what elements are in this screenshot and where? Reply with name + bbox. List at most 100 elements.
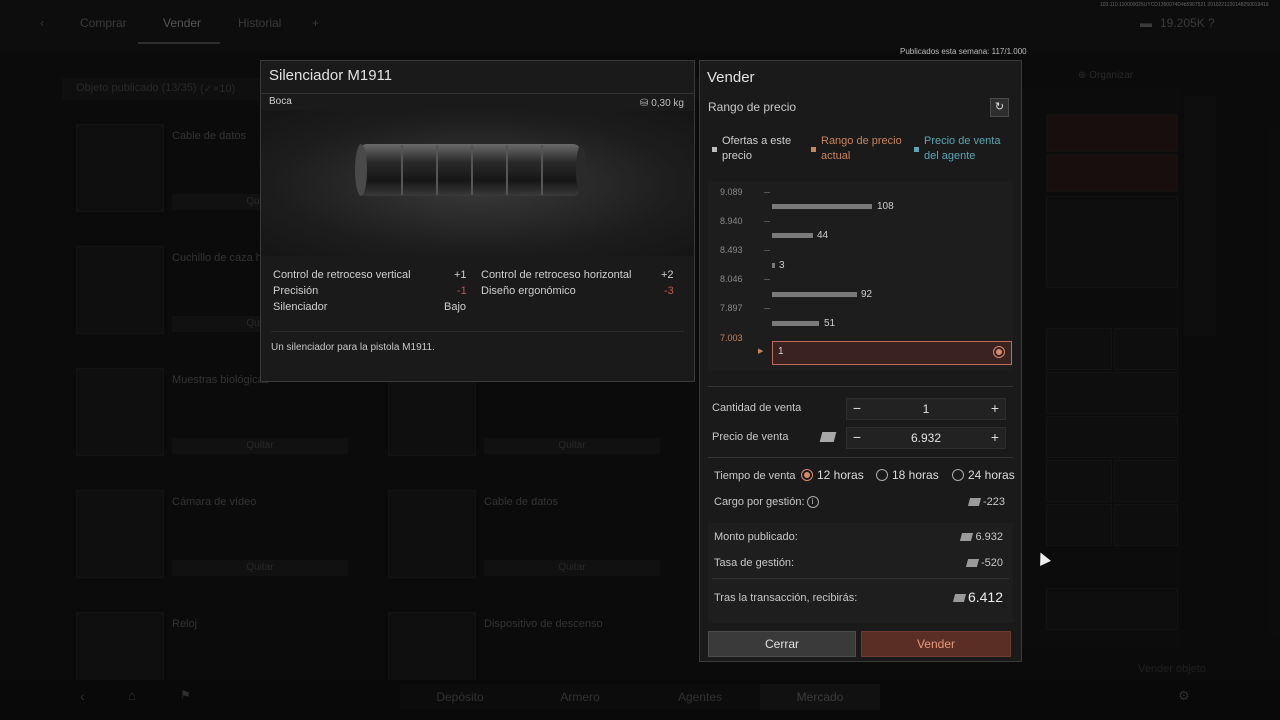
quantity-value[interactable]: 1	[867, 402, 985, 416]
mgmt-rate-value: -520	[980, 557, 1003, 569]
divider	[271, 331, 684, 332]
quantity-increase-button[interactable]: +	[985, 399, 1005, 419]
stat-value: +2	[661, 269, 674, 281]
tick-mark	[764, 221, 770, 222]
item-slot: Boca	[269, 96, 292, 107]
item-description: Un silenciador para la pistola M1911.	[271, 342, 435, 353]
offer-qty: 3	[779, 260, 785, 271]
legend-offers-marker	[712, 147, 717, 152]
mgmt-rate-label: Tasa de gestión:	[714, 557, 795, 569]
quantity-decrease-button[interactable]: −	[847, 399, 867, 419]
offer-qty: 44	[817, 230, 829, 241]
offer-qty: 51	[824, 318, 836, 329]
price-range-chart: 9.089 108 8.940 44 8.493 3 8.046 92 7.89…	[708, 181, 1013, 371]
target-icon	[993, 346, 1005, 358]
stat-label: Precisión	[273, 285, 319, 297]
tick-mark	[764, 250, 770, 251]
price-decrease-button[interactable]: −	[847, 428, 867, 448]
legend-range-marker	[811, 147, 816, 152]
legend-agent-price: Precio de venta del agente	[924, 135, 1001, 162]
time-12h-radio[interactable]	[801, 469, 813, 481]
offer-bar	[772, 292, 857, 297]
stat-value: -3	[664, 285, 674, 297]
price-value[interactable]: 6.932	[867, 431, 985, 445]
item-image	[261, 111, 694, 256]
fee-value: -223	[982, 496, 1005, 508]
item-weight: ⛁ 0,30 kg	[640, 98, 684, 109]
suppressor-image	[355, 144, 586, 196]
item-detail-panel: Silenciador M1911 Boca ⛁ 0,30 kg Control…	[260, 60, 695, 382]
currency-icon	[965, 559, 980, 568]
price-increase-button[interactable]: +	[985, 428, 1005, 448]
price-tick: 8.493	[720, 245, 743, 255]
legend-agent-marker	[914, 147, 919, 152]
currency-icon	[819, 432, 837, 442]
current-price-arrow-icon: ▶	[758, 348, 764, 355]
time-18h-radio[interactable]	[876, 469, 888, 481]
price-tick-current: 7.003	[720, 333, 743, 343]
price-stepper: − 6.932 +	[846, 427, 1006, 449]
time-12h-label[interactable]: 12 horas	[817, 468, 864, 482]
stat-label: Control de retroceso vertical	[273, 269, 411, 281]
sell-panel: Vender Rango de precio ↻ Ofertas a este …	[699, 60, 1022, 662]
time-24h-label[interactable]: 24 horas	[968, 468, 1015, 482]
current-price-row[interactable]: 1	[772, 341, 1012, 365]
sell-button[interactable]: Vender	[861, 631, 1011, 657]
fee-label-text: Cargo por gestión:	[714, 496, 805, 508]
offer-qty: 92	[861, 289, 873, 300]
tick-mark	[764, 279, 770, 280]
price-range-title: Rango de precio	[708, 100, 797, 114]
offer-bar	[772, 204, 872, 209]
divider	[712, 578, 1009, 579]
sell-time-label: Tiempo de venta	[714, 470, 796, 482]
price-tick: 8.940	[720, 216, 743, 226]
tick-mark	[764, 308, 770, 309]
price-tick: 7.897	[720, 303, 743, 313]
item-name: Silenciador M1911	[269, 67, 393, 84]
stat-value: -1	[457, 285, 467, 297]
currency-icon	[967, 498, 982, 507]
time-18h-label[interactable]: 18 horas	[892, 468, 939, 482]
weight-value: 0,30 kg	[651, 98, 684, 109]
fee-amount: -223	[967, 496, 1005, 508]
sell-title: Vender	[707, 69, 755, 86]
published-amount-value: 6.932	[975, 531, 1003, 543]
legend-offers: Ofertas a este precio	[722, 135, 792, 162]
build-info: 103.110.110000025UYCD1350074D4b5967521 2…	[1100, 2, 1269, 8]
refresh-icon[interactable]: ↻	[990, 98, 1009, 117]
offer-bar	[772, 321, 819, 326]
published-amount: 6.932	[960, 531, 1003, 543]
divider	[708, 386, 1013, 387]
currency-icon	[960, 533, 974, 542]
fee-label: Cargo por gestión: i	[714, 496, 819, 509]
stat-label: Control de retroceso horizontal	[481, 269, 632, 281]
weight-icon: ⛁	[640, 98, 652, 109]
price-tick: 8.046	[720, 274, 743, 284]
stat-label: Silenciador	[273, 301, 328, 313]
divider	[708, 457, 1013, 458]
net-proceeds-label: Tras la transacción, recibirás:	[714, 592, 858, 604]
published-this-week: Publicados esta semana: 117/1.000	[900, 47, 1027, 56]
close-button[interactable]: Cerrar	[708, 631, 856, 657]
stat-label: Diseño ergonómico	[481, 285, 576, 297]
quantity-label: Cantidad de venta	[712, 402, 802, 414]
time-24h-radio[interactable]	[952, 469, 964, 481]
currency-icon	[952, 594, 967, 603]
net-proceeds-value: 6.412	[967, 589, 1003, 605]
quantity-stepper: − 1 +	[846, 398, 1006, 420]
item-stats: Control de retroceso vertical +1 Control…	[261, 259, 694, 319]
info-icon[interactable]: i	[806, 496, 819, 509]
stat-value: +1	[454, 269, 467, 281]
offer-bar	[772, 233, 813, 238]
divider	[261, 93, 694, 94]
offer-bar	[772, 263, 775, 268]
published-amount-label: Monto publicado:	[714, 531, 798, 543]
legend-current-range: Rango de precio actual	[821, 135, 902, 162]
price-label: Precio de venta	[712, 431, 789, 443]
price-tick: 9.089	[720, 187, 743, 197]
stat-value: Bajo	[444, 301, 467, 313]
offer-qty: 108	[877, 201, 894, 212]
transaction-summary: Monto publicado: 6.932 Tasa de gestión: …	[708, 523, 1013, 623]
current-qty: 1	[778, 346, 784, 357]
net-proceeds: 6.412	[952, 589, 1003, 605]
